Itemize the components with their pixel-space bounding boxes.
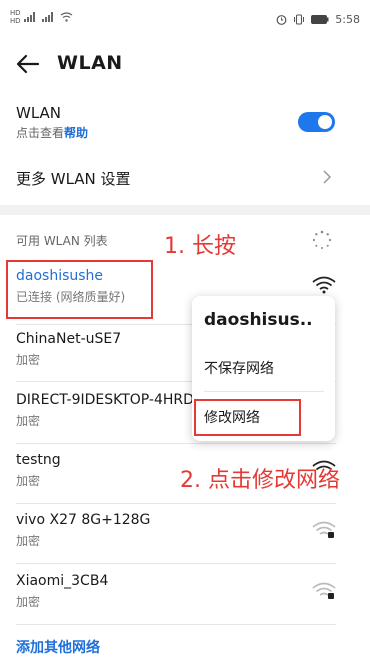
highlight-box-connected: [6, 260, 153, 319]
wifi-lock-icon: [312, 582, 336, 599]
page-title: WLAN: [57, 52, 123, 74]
list-divider: [16, 503, 336, 504]
status-left: HD HD: [10, 9, 73, 25]
menu-divider: [204, 391, 324, 392]
network-status: 加密: [16, 595, 41, 609]
network-item-vivo[interactable]: vivo X27 8G+128G 加密: [16, 512, 336, 549]
context-menu-title: daoshisus..: [204, 310, 313, 330]
menu-item-forget-network[interactable]: 不保存网络: [204, 358, 274, 378]
network-name: vivo X27 8G+128G: [16, 512, 151, 528]
annotation-step-2: 2. 点击修改网络: [180, 468, 340, 493]
loading-spinner-icon: [312, 230, 332, 249]
network-name: Xiaomi_3CB4: [16, 573, 109, 589]
wlan-switch[interactable]: [298, 112, 335, 132]
network-item-xiaomi[interactable]: Xiaomi_3CB4 加密: [16, 573, 336, 610]
wifi-lock-icon: [312, 521, 336, 538]
wifi-signal-icon: [312, 276, 336, 294]
signal-icon-2: [42, 12, 54, 22]
status-bar: HD HD 5:58: [0, 0, 370, 40]
switch-knob: [318, 115, 332, 129]
help-link[interactable]: 帮助: [64, 126, 88, 140]
chevron-right-icon: [323, 170, 332, 184]
add-other-network-link[interactable]: 添加其他网络: [16, 637, 100, 657]
header: WLAN: [0, 44, 370, 84]
available-list-label: 可用 WLAN 列表: [16, 234, 108, 248]
back-arrow-icon[interactable]: [14, 50, 42, 78]
alarm-icon: [276, 15, 287, 25]
wlan-toggle-row[interactable]: WLAN 点击查看帮助: [16, 104, 88, 141]
battery-icon: [311, 15, 329, 24]
sim-icon: HD HD: [10, 9, 21, 25]
wifi-status-icon: [60, 12, 73, 22]
network-status: 加密: [16, 534, 41, 548]
wlan-hint: 点击查看帮助: [16, 124, 88, 141]
list-divider: [16, 563, 336, 564]
signal-icon: [24, 12, 36, 22]
clock: 5:58: [335, 13, 360, 26]
highlight-box-modify: [194, 399, 301, 436]
wlan-hint-text: 点击查看: [16, 126, 65, 140]
status-right: 5:58: [276, 13, 360, 26]
annotation-step-1: 1. 长按: [164, 234, 236, 259]
wlan-label: WLAN: [16, 104, 62, 122]
list-divider: [16, 624, 336, 625]
section-divider: [0, 205, 370, 215]
more-wlan-settings[interactable]: 更多 WLAN 设置: [16, 168, 131, 189]
vibrate-icon: [294, 14, 305, 25]
list-divider: [16, 443, 336, 444]
